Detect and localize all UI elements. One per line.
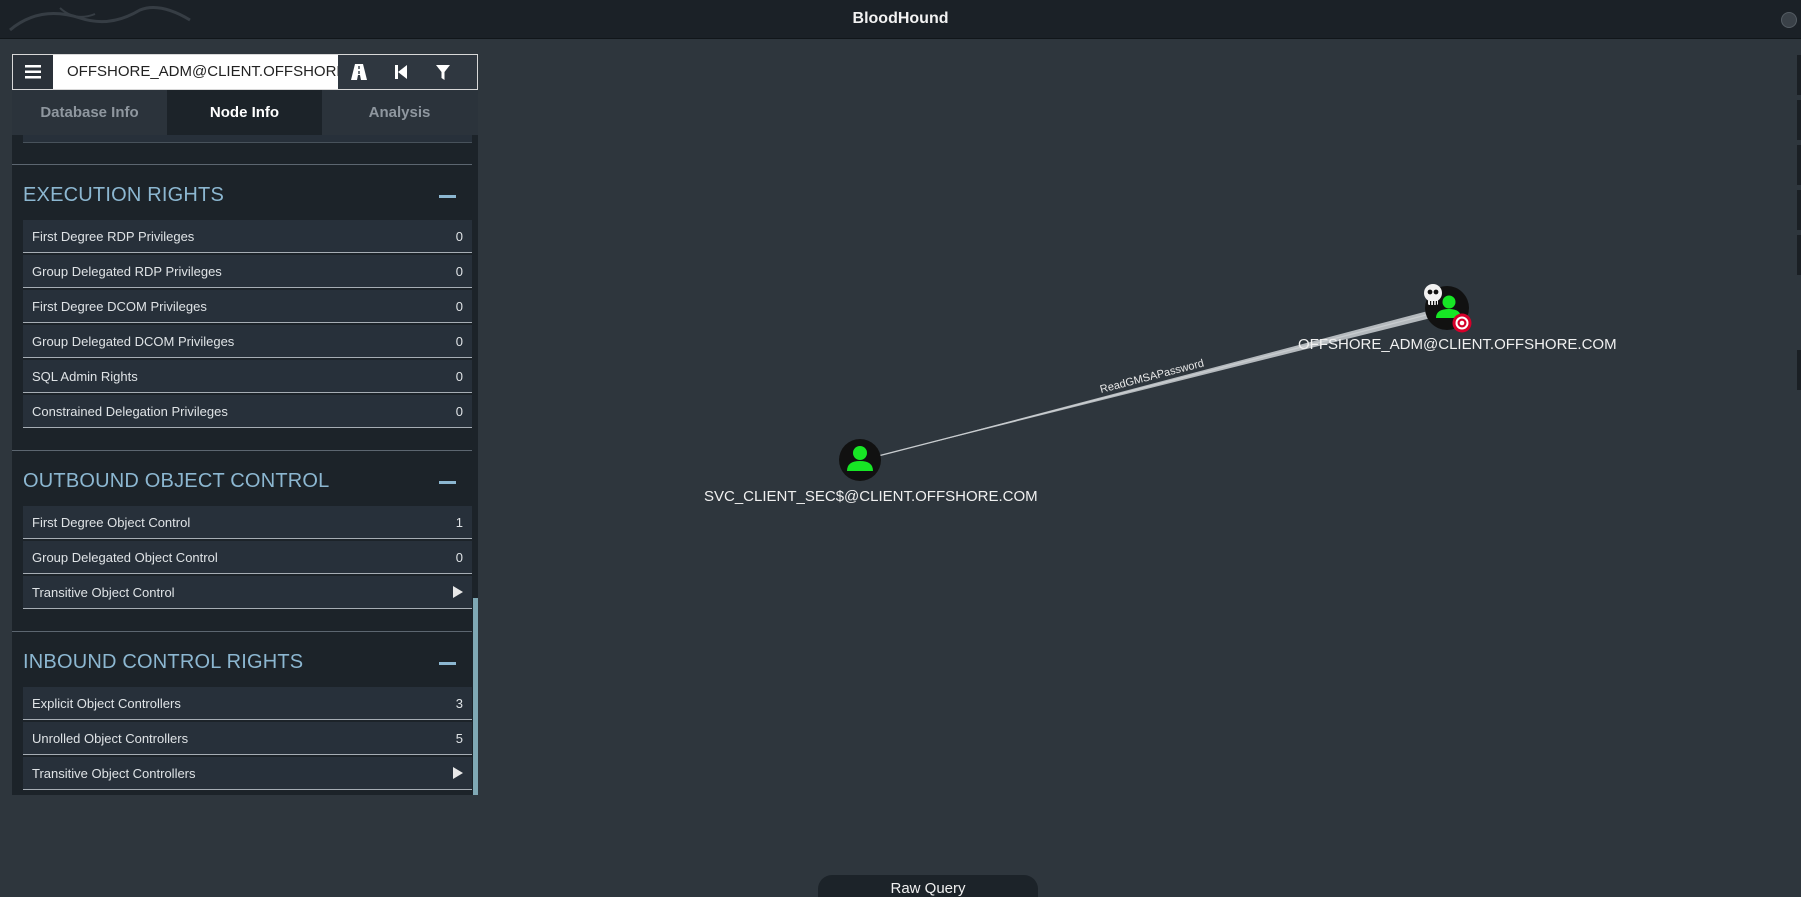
filter-icon [436, 64, 450, 80]
row-first-degree-dcom[interactable]: First Degree DCOM Privileges 0 [23, 290, 472, 323]
row-label: Explicit Object Controllers [32, 695, 181, 711]
row-transitive-object-controllers[interactable]: Transitive Object Controllers [23, 757, 472, 790]
tab-analysis[interactable]: Analysis [322, 90, 477, 135]
window-close-button[interactable] [1781, 12, 1797, 28]
row-group-delegated-dcom[interactable]: Group Delegated DCOM Privileges 0 [23, 325, 472, 358]
row-first-degree-rdp[interactable]: First Degree RDP Privileges 0 [23, 220, 472, 253]
row-count: 3 [455, 695, 463, 711]
collapse-inbound-control-rights-button[interactable] [439, 662, 456, 665]
search-input[interactable]: OFFSHORE_ADM@CLIENT.OFFSHORE.COM [53, 55, 338, 89]
hamburger-icon [25, 65, 41, 79]
search-bar: OFFSHORE_ADM@CLIENT.OFFSHORE.COM [12, 54, 478, 90]
collapse-execution-rights-button[interactable] [439, 195, 456, 198]
filter-button[interactable] [422, 55, 464, 89]
row-label: Transitive Object Controllers [32, 765, 196, 781]
section-title-execution-rights[interactable]: EXECUTION RIGHTS [23, 184, 224, 207]
row-label: Constrained Delegation Privileges [32, 403, 228, 419]
panel-tabs: Database Info Node Info Analysis [12, 90, 478, 135]
row-count: 0 [455, 263, 463, 279]
play-arrow-icon[interactable] [453, 586, 463, 598]
row-label: SQL Admin Rights [32, 368, 138, 384]
user-node-source[interactable] [839, 439, 881, 481]
row-label: Unrolled Object Controllers [32, 730, 189, 746]
row-count: 5 [455, 730, 463, 746]
row-sql-admin[interactable]: SQL Admin Rights 0 [23, 360, 472, 393]
tab-database-info[interactable]: Database Info [12, 90, 167, 135]
row-group-delegated-rdp[interactable]: Group Delegated RDP Privileges 0 [23, 255, 472, 288]
row-count: 0 [455, 228, 463, 244]
collapse-outbound-object-control-button[interactable] [439, 481, 456, 484]
section-divider [12, 450, 472, 451]
tab-node-info[interactable]: Node Info [167, 90, 322, 135]
right-edge-tab[interactable] [1797, 350, 1801, 390]
node-info-content: EXECUTION RIGHTS First Degree RDP Privil… [12, 135, 478, 795]
row-label: Group Delegated RDP Privileges [32, 263, 222, 279]
left-panel: OFFSHORE_ADM@CLIENT.OFFSHORE.COM Databas… [12, 54, 478, 795]
row-constrained-delegation[interactable]: Constrained Delegation Privileges 0 [23, 395, 472, 428]
row-label: Group Delegated Object Control [32, 549, 218, 565]
section-title-inbound-control-rights[interactable]: INBOUND CONTROL RIGHTS [23, 651, 303, 674]
node-label-target[interactable]: OFFSHORE_ADM@CLIENT.OFFSHORE.COM [1298, 336, 1617, 353]
title-bar: BloodHound [0, 0, 1801, 39]
row-explicit-object-controllers[interactable]: Explicit Object Controllers 3 [23, 687, 472, 720]
play-arrow-icon[interactable] [453, 767, 463, 779]
raw-query-button[interactable]: Raw Query [818, 875, 1038, 897]
row-label: Group Delegated DCOM Privileges [32, 333, 235, 349]
row-transitive-object-control[interactable]: Transitive Object Control [23, 576, 472, 609]
section-title-outbound-object-control[interactable]: OUTBOUND OBJECT CONTROL [23, 470, 329, 493]
pathfinding-button[interactable] [338, 55, 380, 89]
row-label: First Degree Object Control [32, 514, 191, 530]
back-button[interactable] [380, 55, 422, 89]
right-edge-tab[interactable] [1797, 145, 1801, 185]
app-title: BloodHound [852, 10, 949, 27]
previous-row-stub [23, 135, 472, 143]
row-count: 1 [455, 514, 463, 530]
row-first-degree-object-control[interactable]: First Degree Object Control 1 [23, 506, 472, 539]
dragon-logo-icon [9, 6, 191, 32]
row-count: 0 [455, 298, 463, 314]
section-divider [12, 631, 472, 632]
right-edge-tab[interactable] [1797, 190, 1801, 230]
menu-button[interactable] [13, 55, 53, 89]
row-count: 0 [455, 368, 463, 384]
node-label-source[interactable]: SVC_CLIENT_SEC$@CLIENT.OFFSHORE.COM [704, 488, 1038, 505]
row-count: 0 [455, 549, 463, 565]
row-unrolled-object-controllers[interactable]: Unrolled Object Controllers 5 [23, 722, 472, 755]
right-edge-tab[interactable] [1797, 55, 1801, 95]
row-count: 0 [455, 403, 463, 419]
target-icon [1452, 313, 1472, 333]
row-label: First Degree RDP Privileges [32, 228, 195, 244]
row-label: First Degree DCOM Privileges [32, 298, 207, 314]
section-divider [12, 164, 472, 165]
step-backward-icon [395, 65, 407, 79]
right-edge-tab[interactable] [1797, 235, 1801, 275]
row-label: Transitive Object Control [32, 584, 175, 600]
row-group-delegated-object-control[interactable]: Group Delegated Object Control 0 [23, 541, 472, 574]
row-count: 0 [455, 333, 463, 349]
panel-scrollbar[interactable] [473, 598, 478, 795]
road-icon [351, 64, 367, 80]
right-edge-tab[interactable] [1797, 100, 1801, 140]
